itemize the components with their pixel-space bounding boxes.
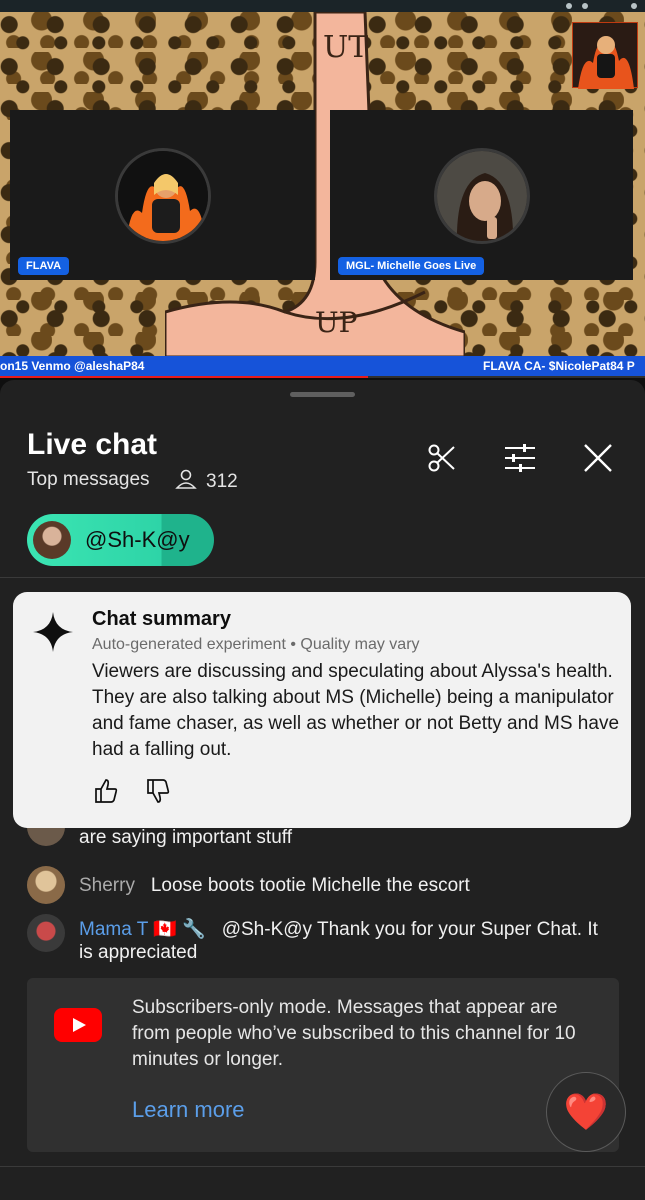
author-name: Sherry — [79, 875, 135, 896]
avatar — [114, 148, 211, 244]
avatar — [27, 866, 65, 904]
sliders-icon — [503, 443, 537, 478]
divider — [0, 1166, 645, 1167]
video-progress-fill — [0, 376, 368, 378]
hand-text-bottom: UP — [315, 306, 357, 339]
drag-handle[interactable] — [290, 392, 355, 397]
chat-message[interactable]: Mama T 🇨🇦 🔧 @Sh-K@y Thank you for your S… — [27, 914, 617, 964]
host-pip-thumbnail — [572, 22, 638, 89]
thumbs-down-icon[interactable] — [145, 778, 171, 804]
divider — [0, 577, 645, 578]
status-dot — [631, 3, 637, 9]
scissors-icon — [426, 442, 458, 479]
thumbs-up-icon[interactable] — [93, 778, 119, 804]
chat-filter-dropdown[interactable]: Top messages — [27, 469, 150, 491]
status-dot — [566, 3, 572, 9]
close-icon — [583, 443, 613, 478]
app-root: UT UP FLAVA MGL- Michelle Goes Live on15… — [0, 0, 645, 1200]
pinned-handle: @Sh-K@y — [85, 527, 190, 552]
person-icon — [175, 469, 197, 495]
chat-settings-button[interactable] — [500, 440, 540, 480]
sparkle-icon — [31, 610, 75, 659]
video-player[interactable]: UT UP FLAVA MGL- Michelle Goes Live on15… — [0, 0, 645, 378]
ticker-text-left: on15 Venmo @aleshaP84 — [0, 359, 145, 373]
status-dot — [582, 3, 588, 9]
viewer-count: 312 — [175, 469, 238, 495]
avatar — [33, 521, 71, 559]
status-bar — [0, 0, 645, 12]
guest-tile-flava[interactable]: FLAVA — [10, 110, 315, 280]
avatar — [27, 914, 65, 952]
participant-name-chip: FLAVA — [18, 257, 70, 275]
summary-text: Viewers are discussing and speculating a… — [92, 661, 620, 760]
ticker-banner: on15 Venmo @aleshaP84 FLAVA CA- $NicoleP… — [0, 356, 645, 376]
video-progress-bar[interactable] — [0, 376, 645, 378]
pinned-supporter-chip[interactable]: @Sh-K@y — [27, 514, 214, 566]
message-text: are saying important stuff — [79, 827, 292, 848]
panel-title: Live chat — [27, 428, 158, 461]
ticker-text-right: FLAVA CA- $NicolePat84 P — [483, 359, 635, 373]
live-chat-panel: Live chat Top messages 312 @Sh-K@y are s… — [0, 380, 645, 1200]
heart-icon: ❤️ — [563, 1091, 609, 1132]
learn-more-link[interactable]: Learn more — [132, 1097, 245, 1123]
avatar — [433, 148, 530, 244]
summary-disclaimer: Auto-generated experiment • Quality may … — [92, 636, 420, 653]
author-badges: 🇨🇦 🔧 — [153, 919, 206, 940]
subscribers-only-notice: Subscribers-only mode. Messages that app… — [27, 978, 619, 1152]
youtube-logo-icon — [54, 1008, 102, 1042]
close-chat-button[interactable] — [578, 440, 618, 480]
participant-name-chip: MGL- Michelle Goes Live — [338, 257, 485, 275]
viewer-count-value: 312 — [206, 471, 238, 492]
clip-button[interactable] — [422, 440, 462, 480]
hand-text-top: UT — [323, 30, 368, 65]
notice-text: Subscribers-only mode. Messages that app… — [132, 997, 576, 1070]
heart-reaction-button[interactable]: ❤️ — [546, 1072, 626, 1152]
chat-message[interactable]: Sherry Loose boots tootie Michelle the e… — [27, 866, 617, 906]
chat-summary-card: Chat summary Auto-generated experiment •… — [13, 592, 631, 828]
summary-title: Chat summary — [92, 608, 231, 630]
author-name: Mama T — [79, 919, 148, 940]
message-text: Loose boots tootie Michelle the escort — [150, 875, 470, 896]
guest-tile-mgl[interactable]: MGL- Michelle Goes Live — [330, 110, 633, 280]
